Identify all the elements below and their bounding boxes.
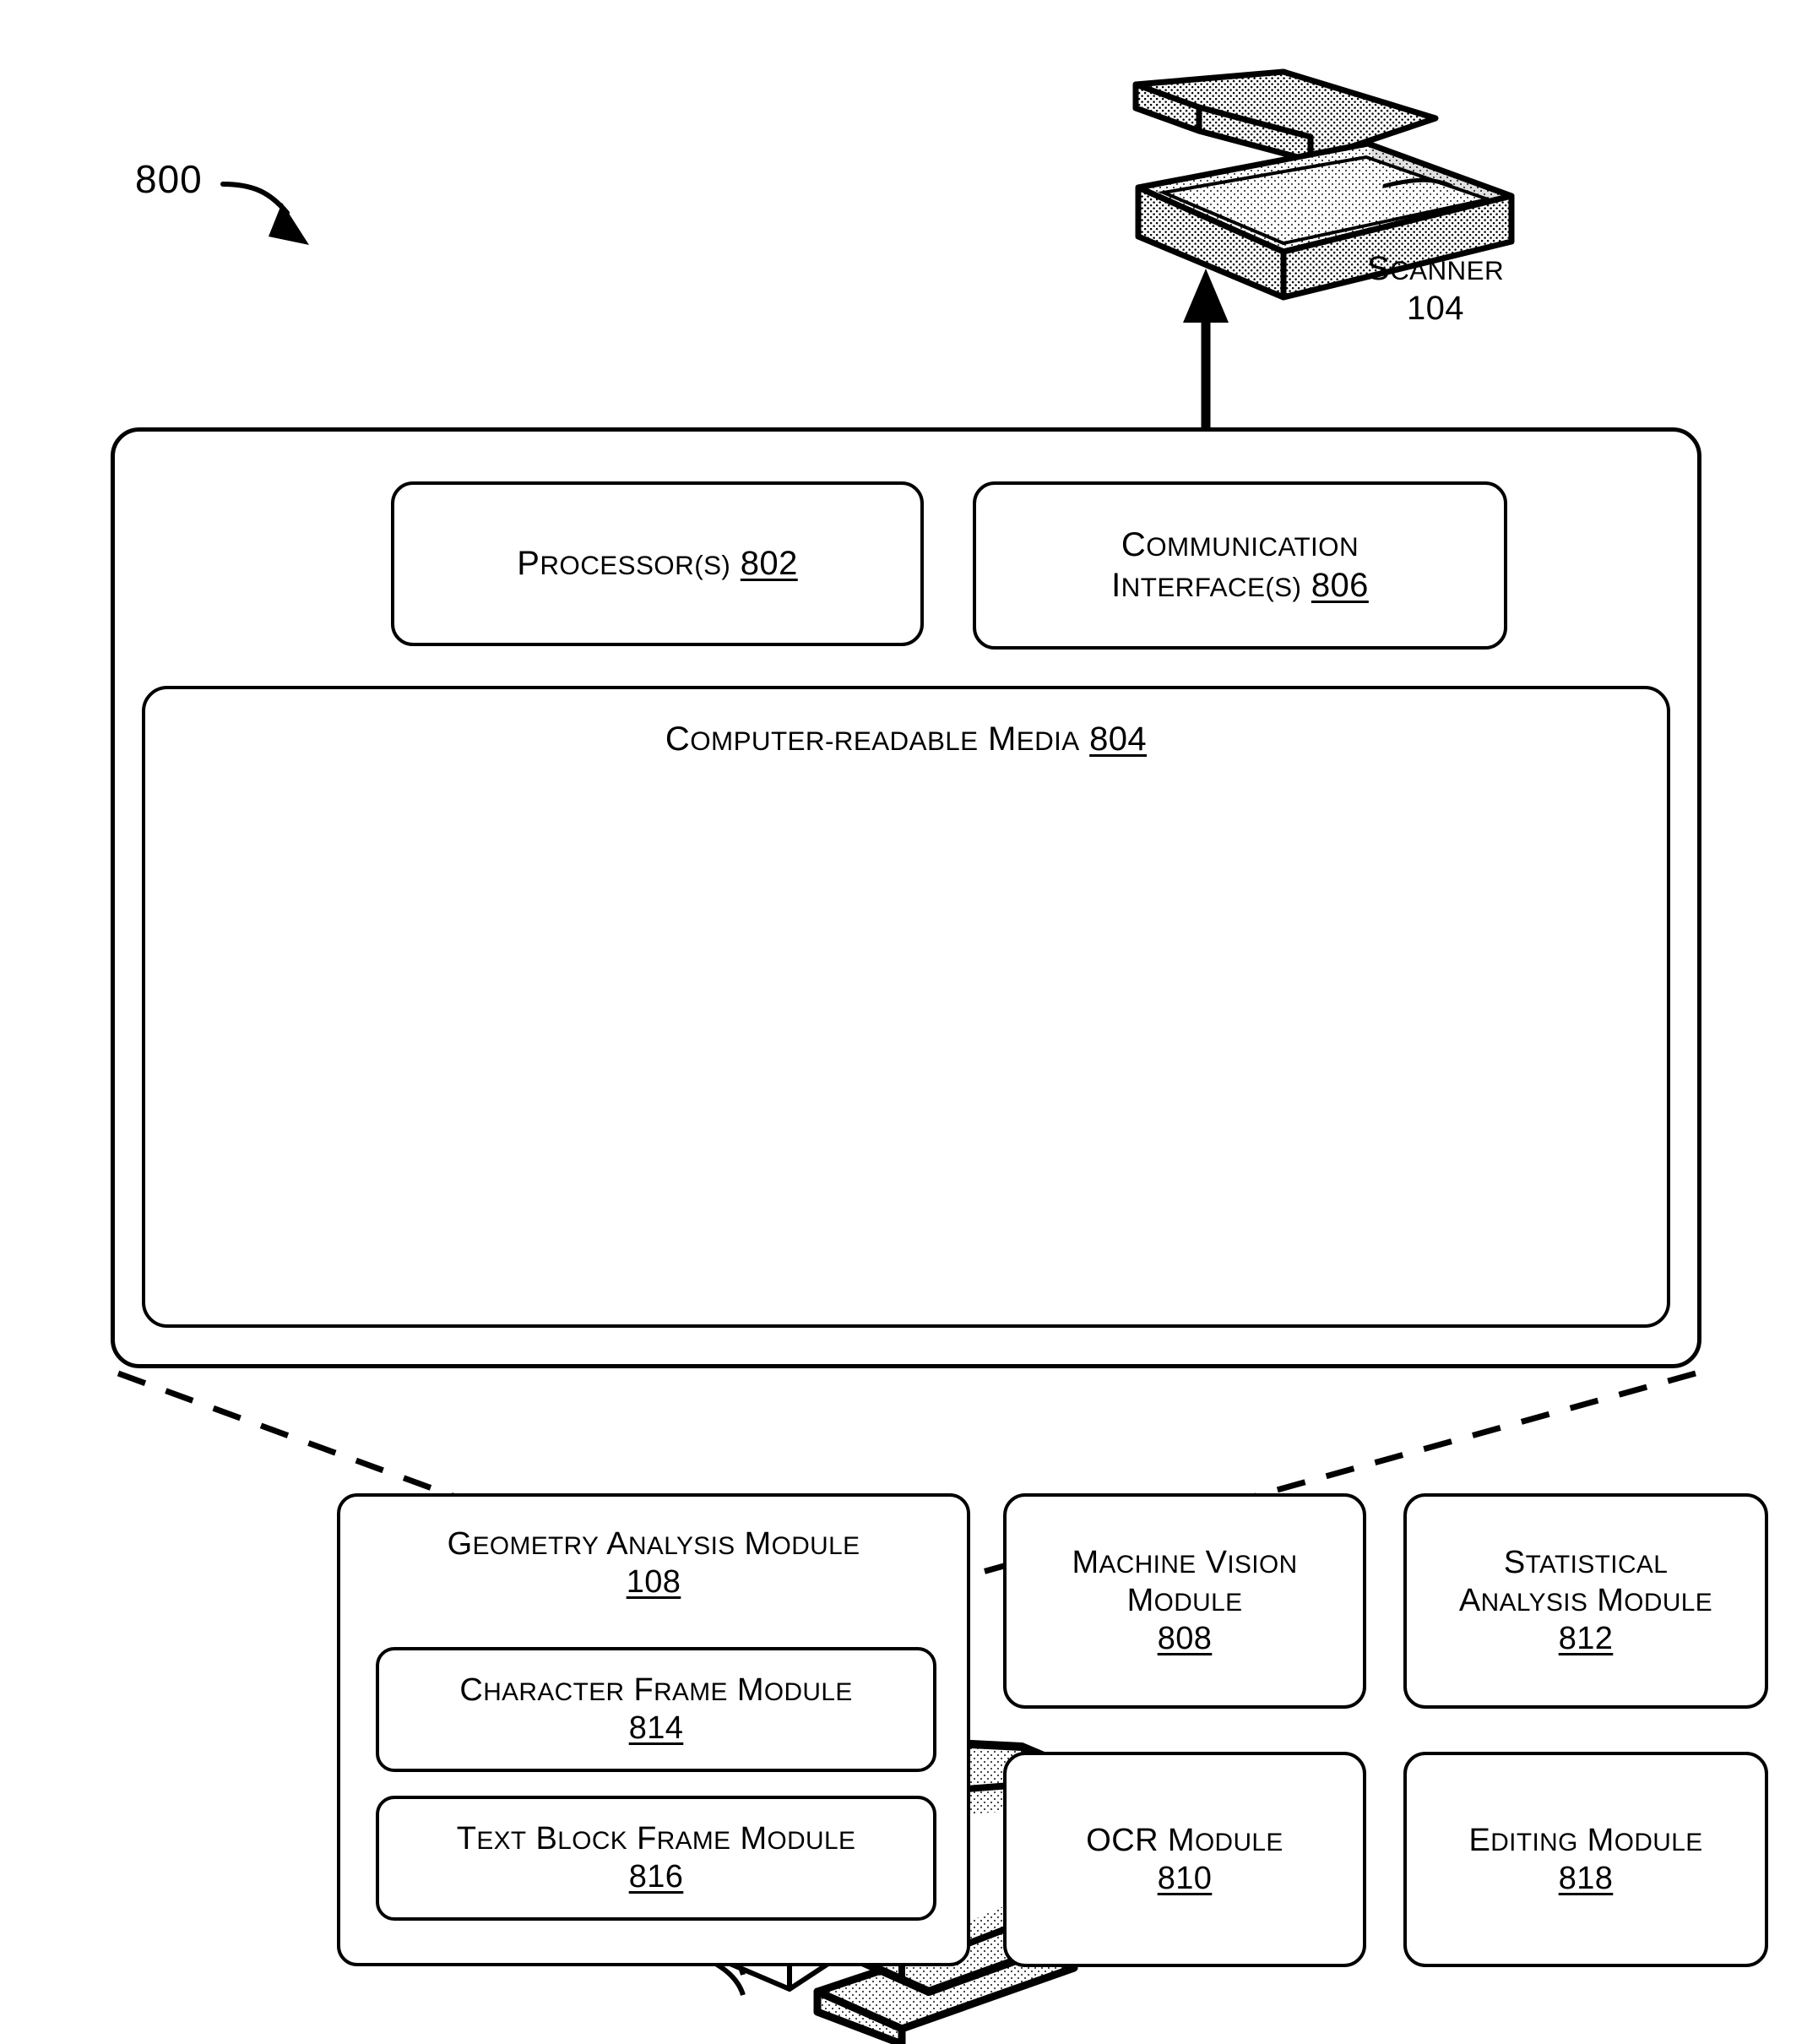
scanner-ref: 104: [1407, 290, 1464, 328]
processor-box[interactable]: PROCESSOR(S) 802: [391, 481, 926, 649]
figure-number: 800: [135, 157, 203, 201]
geometry-title-line: GEOMETRY ANALYSIS MODULE: [447, 1526, 860, 1562]
statistical-line2: ANALYSIS MODULE: [1458, 1583, 1713, 1619]
text-block-frame-module-label: TEXT BLOCK FRAME MODULE 816: [448, 1820, 865, 1896]
ocr-title: OCR MODULE: [1086, 1822, 1283, 1858]
machine-vision-line2: MODULE: [1126, 1583, 1243, 1619]
character-frame-module-box[interactable]: CHARACTER FRAME MODULE 814: [376, 1647, 939, 1775]
figure-pointer-arrow: [220, 182, 309, 245]
editing-title: EDITING MODULE: [1468, 1822, 1703, 1858]
statistical-analysis-module-box[interactable]: STATISTICAL ANALYSIS MODULE 812: [1403, 1493, 1771, 1711]
text-block-frame-module-box[interactable]: TEXT BLOCK FRAME MODULE 816: [376, 1796, 939, 1923]
editing-module-ref: 818: [1558, 1860, 1614, 1896]
statistical-analysis-module-ref: 812: [1558, 1620, 1614, 1656]
ocr-module-box[interactable]: OCR MODULE 810: [1003, 1752, 1369, 1970]
ocr-module-label: OCR MODULE 810: [1077, 1822, 1291, 1898]
machine-vision-module-ref: 808: [1157, 1620, 1213, 1656]
computer-readable-media-box[interactable]: COMPUTER-READABLE MEDIA 804 GEOMETRY ANA…: [142, 686, 1771, 1970]
patent-figure-800: 800 SCANNER 104 COMPUTING DEVICE 106 PRO…: [0, 0, 1818, 2044]
statistical-line1: STATISTICAL: [1503, 1545, 1669, 1581]
ocr-module-ref: 810: [1157, 1860, 1213, 1896]
statistical-analysis-module-label: STATISTICAL ANALYSIS MODULE 812: [1451, 1544, 1721, 1657]
character-frame-module-label: CHARACTER FRAME MODULE 814: [451, 1672, 860, 1748]
computer-readable-media-ref: 804: [1089, 720, 1148, 758]
scanner-name: SCANNER: [1366, 250, 1505, 287]
geometry-analysis-module-box[interactable]: GEOMETRY ANALYSIS MODULE 108 CHARACTER F…: [337, 1493, 973, 1969]
character-frame-module-ref: 814: [628, 1710, 684, 1746]
geometry-analysis-module-label: GEOMETRY ANALYSIS MODULE 108: [340, 1525, 967, 1601]
text-block-frame-module-ref: 816: [628, 1859, 684, 1895]
geometry-analysis-module-ref: 108: [626, 1563, 681, 1600]
comm-line2: INTERFACE(S) 806: [1111, 566, 1369, 604]
scanner-label: SCANNER 104: [1300, 249, 1571, 329]
processor-ref: 802: [740, 544, 798, 582]
communication-interface-label: COMMUNICATION INTERFACE(S) 806: [1101, 525, 1379, 605]
machine-vision-module-label: MACHINE VISION MODULE 808: [1063, 1544, 1305, 1657]
comm-line1: COMMUNICATION: [1121, 526, 1359, 564]
communication-interface-ref: 806: [1311, 566, 1369, 604]
communication-interface-box[interactable]: COMMUNICATION INTERFACE(S) 806: [973, 481, 1510, 652]
processor-label: PROCESSOR(S) 802: [517, 544, 798, 582]
computer-readable-media-label: COMPUTER-READABLE MEDIA 804: [665, 720, 1148, 758]
machine-vision-line1: MACHINE VISION: [1072, 1545, 1298, 1581]
editing-module-box[interactable]: EDITING MODULE 818: [1403, 1752, 1771, 1970]
editing-module-label: EDITING MODULE 818: [1460, 1822, 1711, 1898]
text-block-frame-title: TEXT BLOCK FRAME MODULE: [456, 1821, 856, 1857]
character-frame-title: CHARACTER FRAME MODULE: [459, 1672, 853, 1709]
machine-vision-module-box[interactable]: MACHINE VISION MODULE 808: [1003, 1493, 1369, 1711]
